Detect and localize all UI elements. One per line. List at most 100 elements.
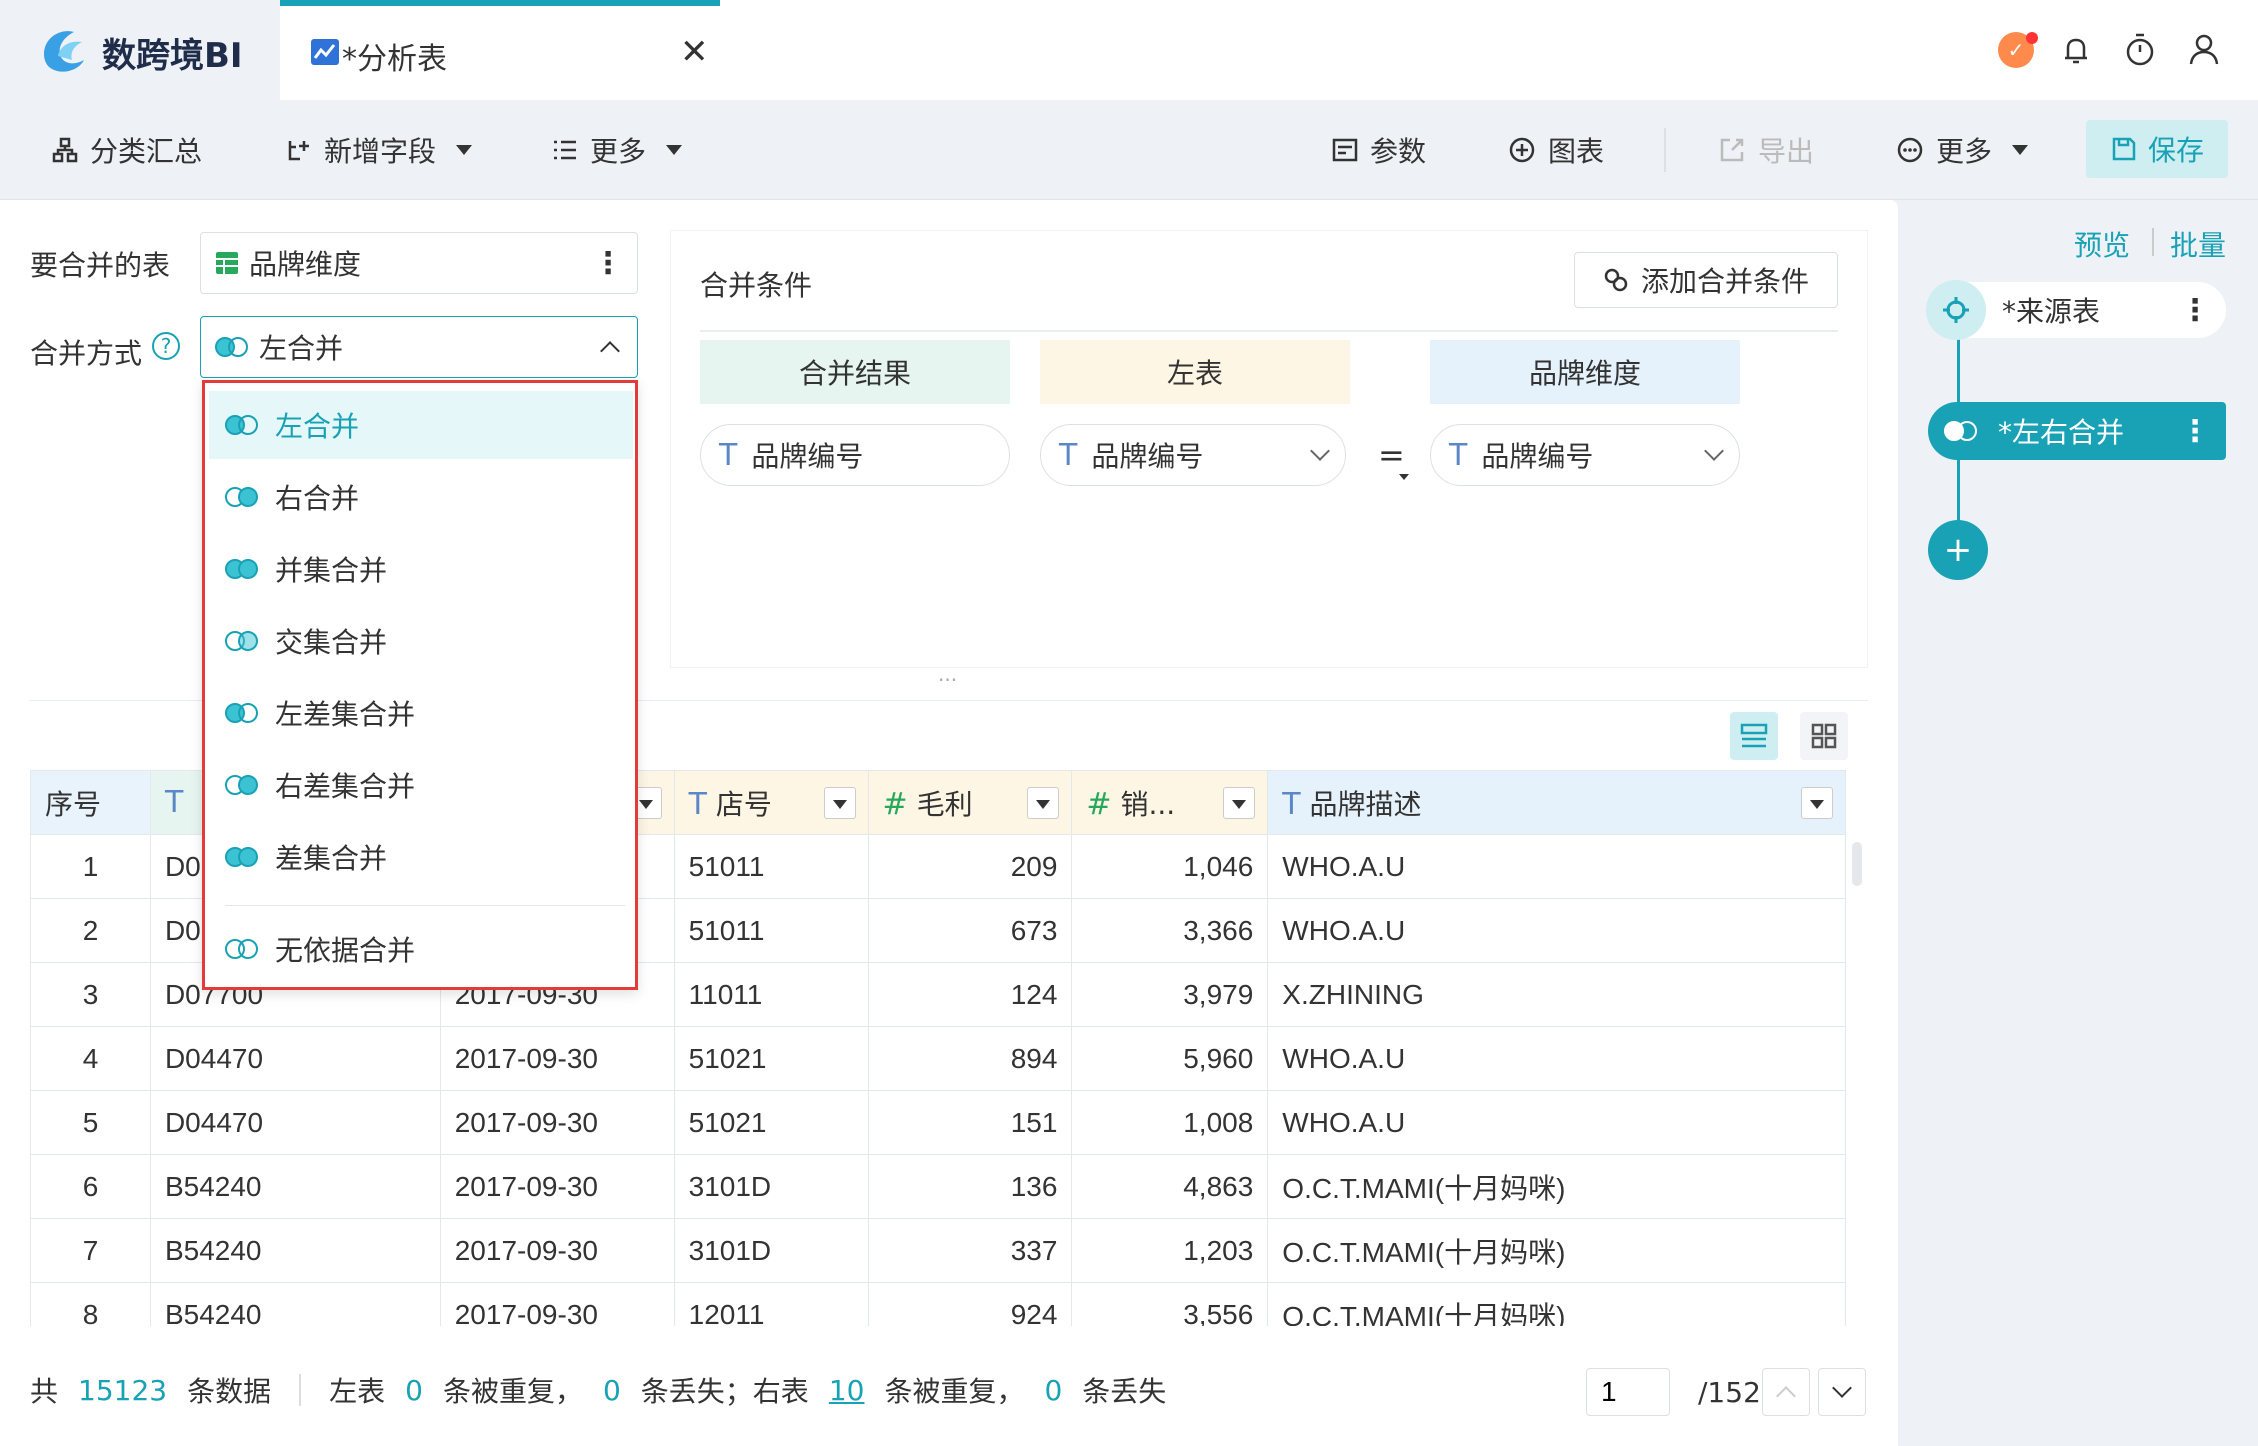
table-row[interactable]: 4 D04470 2017-09-30 51021 894 5,960 WHO.A.U xyxy=(30,1026,1846,1091)
text-type-icon: T xyxy=(719,437,738,473)
node-source-label: *来源表 xyxy=(2002,295,2101,328)
add-field-button[interactable]: 新增字段 xyxy=(286,100,473,200)
option-no-basis[interactable]: 无依据合并 xyxy=(209,915,633,983)
right-column-header: 品牌维度 xyxy=(1430,340,1740,404)
user-icon[interactable] xyxy=(2186,30,2222,68)
timer-icon[interactable] xyxy=(2122,30,2158,68)
table-cell: D04470 xyxy=(149,1026,441,1091)
table-cell: D04470 xyxy=(149,1090,441,1155)
notification-dot xyxy=(2026,32,2038,44)
merge-method-value: 左合并 xyxy=(259,332,344,365)
kebab-menu-icon[interactable]: ⋮ xyxy=(593,246,623,281)
option-diff[interactable]: 差集合并 xyxy=(209,823,633,891)
option-intersection[interactable]: 交集合并 xyxy=(209,607,633,675)
header-brand-desc[interactable]: T 品牌描述 xyxy=(1267,770,1846,835)
chart-button[interactable]: 图表 xyxy=(1508,100,1604,200)
preview-link[interactable]: 预览 xyxy=(2074,224,2130,264)
table-scrollbar[interactable] xyxy=(1852,842,1862,886)
status-total: 15123 xyxy=(78,1373,168,1407)
chevron-up-icon xyxy=(1776,1386,1796,1406)
table-cell: WHO.A.U xyxy=(1267,834,1846,899)
table-cell: 51011 xyxy=(673,898,869,963)
kebab-menu-icon[interactable]: ⋮ xyxy=(2180,293,2210,328)
result-field-pill[interactable]: T 品牌编号 xyxy=(700,424,1010,486)
next-page-button[interactable] xyxy=(1818,1368,1866,1416)
help-icon[interactable]: ? xyxy=(152,332,180,360)
dropdown-divider xyxy=(225,905,625,906)
result-field-value: 品牌编号 xyxy=(751,440,864,473)
export-button[interactable]: 导出 xyxy=(1718,100,1814,200)
left-column-header: 左表 xyxy=(1040,340,1350,404)
option-union[interactable]: 并集合并 xyxy=(209,535,633,603)
chevron-down-icon xyxy=(1310,441,1330,461)
close-icon[interactable]: ✕ xyxy=(680,32,709,72)
tab-title: *分析表 xyxy=(342,42,447,77)
resize-handle[interactable]: ··· xyxy=(938,668,957,692)
table-cell: 5 xyxy=(30,1090,151,1155)
table-cell: B54240 xyxy=(149,1154,441,1219)
left-field-select[interactable]: T 品牌编号 xyxy=(1040,424,1346,486)
header-label: 毛利 xyxy=(916,787,973,821)
option-label: 差集合并 xyxy=(275,842,388,875)
header-store[interactable]: T 店号 xyxy=(673,770,869,835)
node-left-right-merge[interactable]: *左右合并 ⋮ xyxy=(1928,402,2226,460)
params-icon xyxy=(1332,138,1358,162)
table-cell: 2017-09-30 xyxy=(439,1090,675,1155)
column-menu-icon[interactable] xyxy=(1027,787,1060,819)
page-input[interactable] xyxy=(1586,1368,1670,1416)
add-condition-button[interactable]: 添加合并条件 xyxy=(1574,252,1838,308)
column-menu-icon[interactable] xyxy=(1223,787,1256,819)
save-label: 保存 xyxy=(2147,134,2204,167)
option-label: 交集合并 xyxy=(275,626,388,659)
app-name: 数跨境BI xyxy=(102,36,243,76)
operator-select[interactable]: = xyxy=(1378,436,1405,474)
node-source-table[interactable]: *来源表 ⋮ xyxy=(1926,280,2226,340)
link-icon xyxy=(1604,268,1628,292)
table-cell: 124 xyxy=(867,962,1073,1027)
text-type-icon: T xyxy=(688,786,707,822)
left-field-value: 品牌编号 xyxy=(1091,440,1204,473)
batch-link[interactable]: 批量 xyxy=(2170,224,2226,264)
table-cell: 2017-09-30 xyxy=(439,1218,675,1283)
right-field-select[interactable]: T 品牌编号 xyxy=(1430,424,1740,486)
chevron-up-icon xyxy=(600,341,620,361)
table-cell: 51011 xyxy=(673,834,869,899)
option-right-diff[interactable]: 右差集合并 xyxy=(209,751,633,819)
group-summary-button[interactable]: 分类汇总 xyxy=(52,100,202,200)
table-cell: 6 xyxy=(30,1154,151,1219)
header-sales[interactable]: # 销... xyxy=(1071,770,1269,835)
add-field-label: 新增字段 xyxy=(324,135,437,168)
option-label: 无依据合并 xyxy=(275,934,416,967)
table-cell: 1,203 xyxy=(1071,1218,1269,1283)
more-left-button[interactable]: 更多 xyxy=(552,100,683,200)
table-cell: 3101D xyxy=(673,1218,869,1283)
table-row[interactable]: 7 B54240 2017-09-30 3101D 337 1,203 O.C.T.MAMI… xyxy=(30,1218,1846,1283)
kebab-menu-icon[interactable]: ⋮ xyxy=(2180,414,2210,449)
option-left-diff[interactable]: 左差集合并 xyxy=(209,679,633,747)
column-menu-icon[interactable] xyxy=(823,787,856,819)
left-join-icon xyxy=(215,337,249,357)
export-label: 导出 xyxy=(1758,135,1815,168)
status-right-dup[interactable]: 10 xyxy=(829,1374,865,1407)
merge-method-select[interactable]: 左合并 xyxy=(200,316,638,378)
header-profit[interactable]: # 毛利 xyxy=(867,770,1073,835)
prev-page-button[interactable] xyxy=(1762,1368,1810,1416)
params-button[interactable]: 参数 xyxy=(1332,100,1426,200)
more-right-button[interactable]: 更多 xyxy=(1896,100,2029,200)
status-left-label: 左表 xyxy=(329,1375,386,1408)
merge-table-select[interactable]: 品牌维度 ⋮ xyxy=(200,232,638,294)
table-row[interactable]: 6 B54240 2017-09-30 3101D 136 4,863 O.C.T.MAMI… xyxy=(30,1154,1846,1219)
status-lost-text-left: 条丢失；右表 xyxy=(640,1375,809,1408)
tab-analysis[interactable]: *分析表 ✕ xyxy=(280,0,720,100)
grid-view-toggle[interactable] xyxy=(1800,712,1848,760)
bell-icon[interactable] xyxy=(2058,32,2094,68)
table-cell: O.C.T.MAMI(十月妈咪) xyxy=(1267,1218,1846,1283)
option-right-join[interactable]: 右合并 xyxy=(209,463,633,531)
add-node-button[interactable]: + xyxy=(1928,520,1988,580)
save-button[interactable]: 保存 xyxy=(2086,120,2228,178)
column-menu-icon[interactable] xyxy=(1801,787,1833,819)
table-cell: 894 xyxy=(867,1026,1073,1091)
option-left-join[interactable]: 左合并 xyxy=(209,391,633,459)
list-view-toggle[interactable] xyxy=(1730,712,1778,760)
table-row[interactable]: 5 D04470 2017-09-30 51021 151 1,008 WHO.A.U xyxy=(30,1090,1846,1155)
